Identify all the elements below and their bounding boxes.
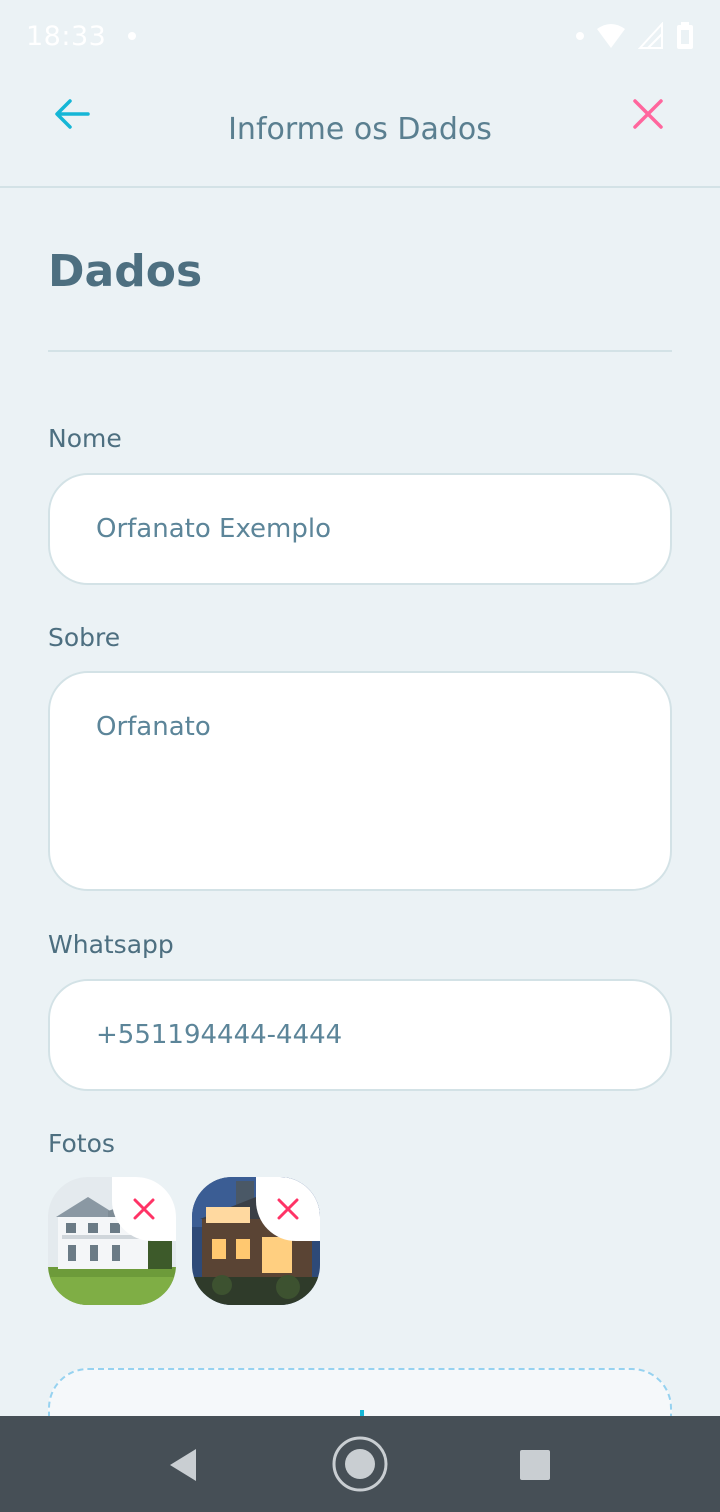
about-textarea[interactable]: Orfanato bbox=[48, 671, 672, 891]
square-recents-icon bbox=[520, 1450, 550, 1480]
name-input[interactable]: Orfanato Exemplo bbox=[48, 473, 672, 585]
about-label: Sobre bbox=[48, 623, 121, 652]
system-nav-bar bbox=[0, 1416, 720, 1512]
nav-recents-button[interactable] bbox=[510, 1440, 560, 1490]
nav-back-button[interactable] bbox=[158, 1440, 208, 1490]
nav-home-button[interactable] bbox=[330, 1434, 390, 1494]
status-icons bbox=[576, 22, 694, 50]
photo-list bbox=[48, 1177, 320, 1305]
close-icon bbox=[277, 1198, 299, 1220]
photo-thumbnail[interactable] bbox=[48, 1177, 176, 1305]
triangle-back-icon bbox=[170, 1449, 196, 1481]
section-divider bbox=[48, 350, 672, 352]
photo-thumbnail[interactable] bbox=[192, 1177, 320, 1305]
notification-dot-icon bbox=[128, 32, 137, 40]
wifi-icon bbox=[597, 24, 625, 48]
app-header: Informe os Dados bbox=[0, 72, 720, 188]
close-icon bbox=[633, 99, 663, 129]
whatsapp-input[interactable]: +551194444-4444 bbox=[48, 979, 672, 1091]
status-dot-icon bbox=[576, 32, 584, 40]
section-title: Dados bbox=[48, 246, 203, 297]
back-button[interactable] bbox=[52, 94, 92, 134]
name-label: Nome bbox=[48, 424, 122, 453]
status-bar: 18:33 bbox=[0, 0, 720, 72]
close-button[interactable] bbox=[628, 94, 668, 134]
close-icon bbox=[133, 1198, 155, 1220]
arrow-left-icon bbox=[55, 99, 90, 129]
header-title: Informe os Dados bbox=[228, 111, 492, 147]
photos-label: Fotos bbox=[48, 1129, 115, 1158]
battery-icon bbox=[677, 22, 693, 49]
whatsapp-label: Whatsapp bbox=[48, 930, 174, 959]
circle-home-icon bbox=[332, 1436, 388, 1492]
cellular-signal-icon bbox=[638, 22, 663, 49]
status-time: 18:33 bbox=[26, 20, 107, 52]
